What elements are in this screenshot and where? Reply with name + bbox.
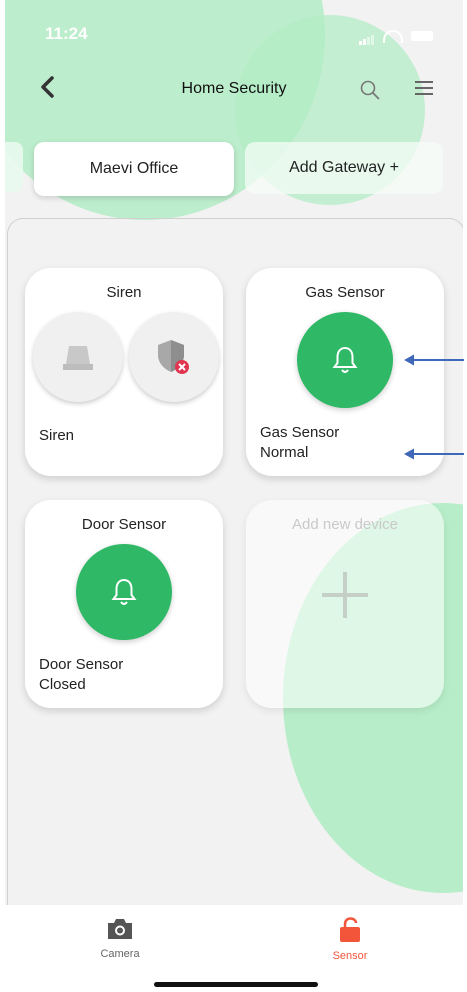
home-indicator	[154, 982, 318, 987]
signal-icon	[359, 27, 375, 45]
tab-sensor[interactable]: Sensor	[290, 917, 410, 962]
tab-camera[interactable]: Camera	[60, 917, 180, 960]
menu-button[interactable]	[415, 81, 433, 99]
add-device-title: Add new device	[292, 516, 398, 533]
search-icon	[360, 80, 380, 100]
gas-sensor-button[interactable]	[297, 312, 393, 408]
battery-icon	[411, 31, 433, 41]
camera-icon	[108, 919, 132, 939]
siren-card-title: Siren	[106, 284, 142, 301]
annotation-arrow	[404, 448, 464, 460]
siren-light-icon	[63, 346, 93, 370]
nav-bar: Home Security	[5, 70, 463, 110]
siren-info: Siren	[39, 427, 75, 444]
page-title: Home Security	[181, 80, 287, 97]
status-icons	[359, 27, 433, 45]
app-screen: 11:24 Home Security Maevi Office Add Gat…	[5, 0, 463, 905]
add-device-card[interactable]: Add new device	[246, 500, 444, 708]
bell-icon	[332, 346, 358, 373]
gas-sensor-info: Gas Sensor Normal	[260, 423, 339, 463]
door-sensor-card-title: Door Sensor	[81, 516, 167, 533]
door-sensor-card[interactable]: Door Sensor Door Sensor Closed	[25, 500, 223, 708]
bell-icon	[111, 578, 137, 605]
gas-sensor-card[interactable]: Gas Sensor Gas Sensor Normal	[246, 268, 444, 476]
gateway-tab-maevi-office[interactable]: Maevi Office	[34, 142, 234, 196]
door-sensor-status: Closed	[39, 676, 86, 693]
tab-sensor-label: Sensor	[332, 950, 368, 962]
siren-disarm-button[interactable]	[129, 312, 219, 402]
shield-disabled-icon	[158, 340, 189, 374]
annotation-arrow	[404, 354, 464, 366]
door-sensor-button[interactable]	[76, 544, 172, 640]
wifi-icon	[383, 29, 403, 43]
gateway-tabs: Maevi Office Add Gateway +	[5, 140, 463, 196]
door-sensor-info: Door Sensor Closed	[39, 655, 123, 695]
search-button[interactable]	[360, 80, 380, 100]
gas-sensor-name: Gas Sensor	[260, 424, 340, 441]
menu-icon	[415, 81, 433, 83]
tab-camera-label: Camera	[100, 948, 140, 960]
siren-card[interactable]: Siren Siren	[25, 268, 223, 476]
bottom-tab-bar: Camera Sensor	[0, 905, 467, 992]
door-sensor-name: Door Sensor	[39, 656, 124, 673]
plus-icon	[322, 572, 368, 618]
lock-open-icon	[340, 917, 360, 942]
siren-alarm-button[interactable]	[33, 312, 123, 402]
add-gateway-button[interactable]: Add Gateway +	[245, 142, 443, 194]
gas-sensor-card-title: Gas Sensor	[305, 284, 385, 301]
gas-sensor-status: Normal	[260, 444, 309, 461]
gateway-tab-previous[interactable]	[5, 142, 23, 192]
status-time: 11:24	[45, 24, 88, 43]
